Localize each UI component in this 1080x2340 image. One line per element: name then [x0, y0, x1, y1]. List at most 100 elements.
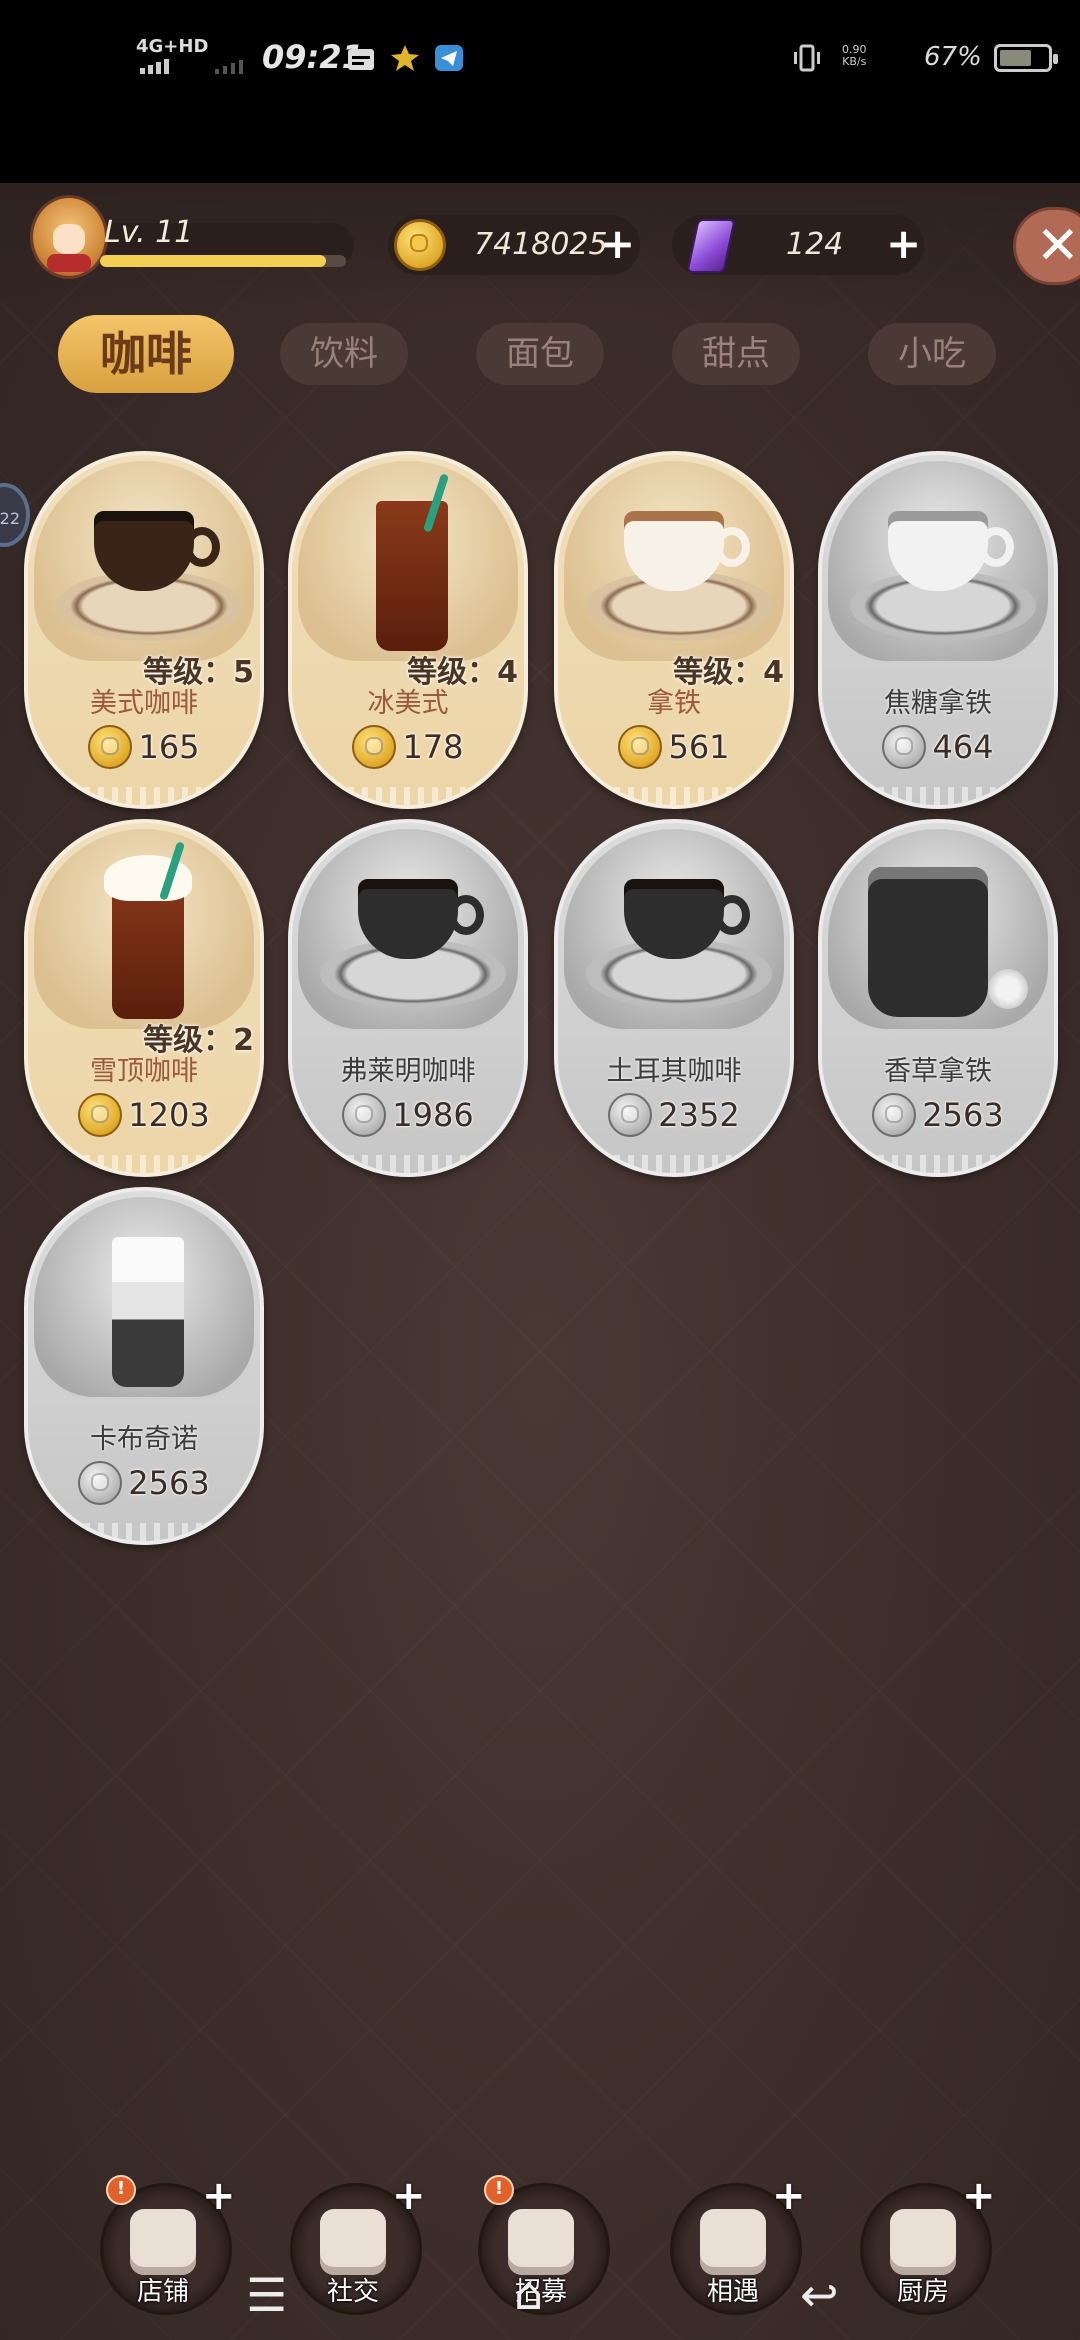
home-icon[interactable]: ⌂ [514, 2270, 543, 2316]
side-indicator[interactable]: 22 [0, 483, 30, 547]
mug [868, 867, 988, 1017]
card-trim [558, 787, 790, 805]
card-trim [292, 787, 524, 805]
menu-item-card[interactable]: 土耳其咖啡 2352 [554, 819, 794, 1177]
network-type: 4G+HD [136, 36, 209, 57]
item-price: 165 [28, 725, 260, 769]
star-icon [391, 45, 419, 71]
card-trim [28, 787, 260, 805]
item-price-value: 1203 [128, 1096, 210, 1134]
cappuccino-glass [34, 1197, 254, 1397]
vanilla-latte-mug [828, 829, 1048, 1029]
plus-icon: + [392, 2173, 426, 2219]
tab-2[interactable]: 面包 [476, 323, 604, 385]
card-trim [28, 1155, 260, 1173]
item-price: 464 [822, 725, 1054, 769]
gem-amount: 124 [786, 227, 844, 262]
item-name: 冰美式 [367, 688, 449, 719]
menu-item-card[interactable]: 等级：4 拿铁 561 [554, 451, 794, 809]
coin-icon [394, 219, 446, 271]
item-name: 拿铁 [647, 688, 701, 719]
menu-item-card[interactable]: 焦糖拿铁 464 [818, 451, 1058, 809]
menu-item-card[interactable]: 等级：4 冰美式 178 [288, 451, 528, 809]
item-price-value: 464 [932, 728, 994, 766]
tab-0[interactable]: 咖啡 [58, 315, 234, 393]
menu-icon[interactable]: ☰ [246, 2272, 287, 2318]
caramel-latte-cup [828, 461, 1048, 661]
add-gems-button[interactable]: + [886, 223, 921, 265]
handshake-icon [700, 2209, 766, 2275]
menu-item-card[interactable]: 等级：2 雪顶咖啡 1203 [24, 819, 264, 1177]
vanilla-flower [988, 969, 1028, 1009]
cup-handle [978, 527, 1014, 567]
coin-icon [882, 725, 927, 769]
item-price: 1203 [28, 1093, 260, 1137]
item-price-value: 2352 [658, 1096, 740, 1134]
tab-1[interactable]: 饮料 [280, 323, 408, 385]
battery-percent: 67% [924, 42, 982, 72]
item-price-value: 561 [668, 728, 730, 766]
tab-4[interactable]: 小吃 [868, 323, 996, 385]
item-price: 1986 [292, 1093, 524, 1137]
xp-bar [100, 255, 346, 267]
tab-3[interactable]: 甜点 [672, 323, 800, 385]
battery-icon [994, 44, 1058, 72]
item-name: 卡布奇诺 [90, 1424, 198, 1455]
avatar-scarf [47, 254, 91, 272]
menu-item-card[interactable]: 等级：5 美式咖啡 165 [24, 451, 264, 809]
player-avatar[interactable] [30, 195, 108, 279]
coin-icon [78, 1093, 123, 1137]
coin-amount: 7418025 [474, 227, 608, 262]
card-trim [28, 1523, 260, 1541]
menu-item-card[interactable]: 香草拿铁 2563 [818, 819, 1058, 1177]
float-coffee-glass [34, 829, 254, 1029]
close-icon: ✕ [1036, 216, 1080, 276]
coin-counter: 7418025 + [388, 215, 640, 275]
signal-icon [140, 59, 169, 74]
coin-icon [608, 1093, 653, 1137]
item-price: 2352 [558, 1093, 790, 1137]
back-icon[interactable]: ↩ [800, 2272, 839, 2318]
telegram-icon [435, 45, 463, 71]
shop-icon [130, 2209, 196, 2275]
game-screen: Lv. 11 7418025 + 124 + ✕ 咖啡 饮料 面包 甜点 小吃 22 等… [0, 183, 1080, 2340]
player-level: Lv. 11 [104, 215, 194, 250]
flemish-coffee-cup [298, 829, 518, 1029]
add-coins-button[interactable]: + [600, 223, 635, 265]
notification-badge: ! [106, 2175, 136, 2205]
vibrate-icon [794, 44, 820, 72]
cup-handle [184, 527, 220, 567]
item-name: 土耳其咖啡 [606, 1056, 742, 1087]
system-nav-bar: ☰ ⌂ ↩ [0, 2270, 1080, 2340]
card-trim [822, 1155, 1054, 1173]
net-speed: 0.90 KB/s [842, 44, 867, 68]
latte-cup [564, 461, 784, 661]
card-trim [558, 1155, 790, 1173]
cup-handle [714, 895, 750, 935]
cup-handle [714, 527, 750, 567]
battery-fill [1000, 50, 1031, 66]
item-price: 178 [292, 725, 524, 769]
item-name: 弗莱明咖啡 [340, 1056, 476, 1087]
turkish-coffee-cup [564, 829, 784, 1029]
item-name: 美式咖啡 [90, 688, 198, 719]
coin-icon [618, 725, 663, 769]
item-price-value: 2563 [128, 1464, 210, 1502]
coin-icon [352, 725, 397, 769]
notification-badge: ! [484, 2175, 514, 2205]
gem-icon [686, 219, 736, 273]
plus-icon: + [202, 2173, 236, 2219]
item-price-value: 178 [402, 728, 464, 766]
item-name: 香草拿铁 [884, 1056, 992, 1087]
kitchen-pan-icon [890, 2209, 956, 2275]
gem-counter: 124 + [672, 215, 924, 275]
coin-icon [872, 1093, 917, 1137]
item-price: 561 [558, 725, 790, 769]
menu-item-card[interactable]: 卡布奇诺 2563 [24, 1187, 264, 1545]
card-trim [822, 787, 1054, 805]
plus-icon: + [772, 2173, 806, 2219]
coin-icon [342, 1093, 387, 1137]
coin-icon [78, 1461, 123, 1505]
plus-icon: + [962, 2173, 996, 2219]
menu-item-card[interactable]: 弗莱明咖啡 1986 [288, 819, 528, 1177]
